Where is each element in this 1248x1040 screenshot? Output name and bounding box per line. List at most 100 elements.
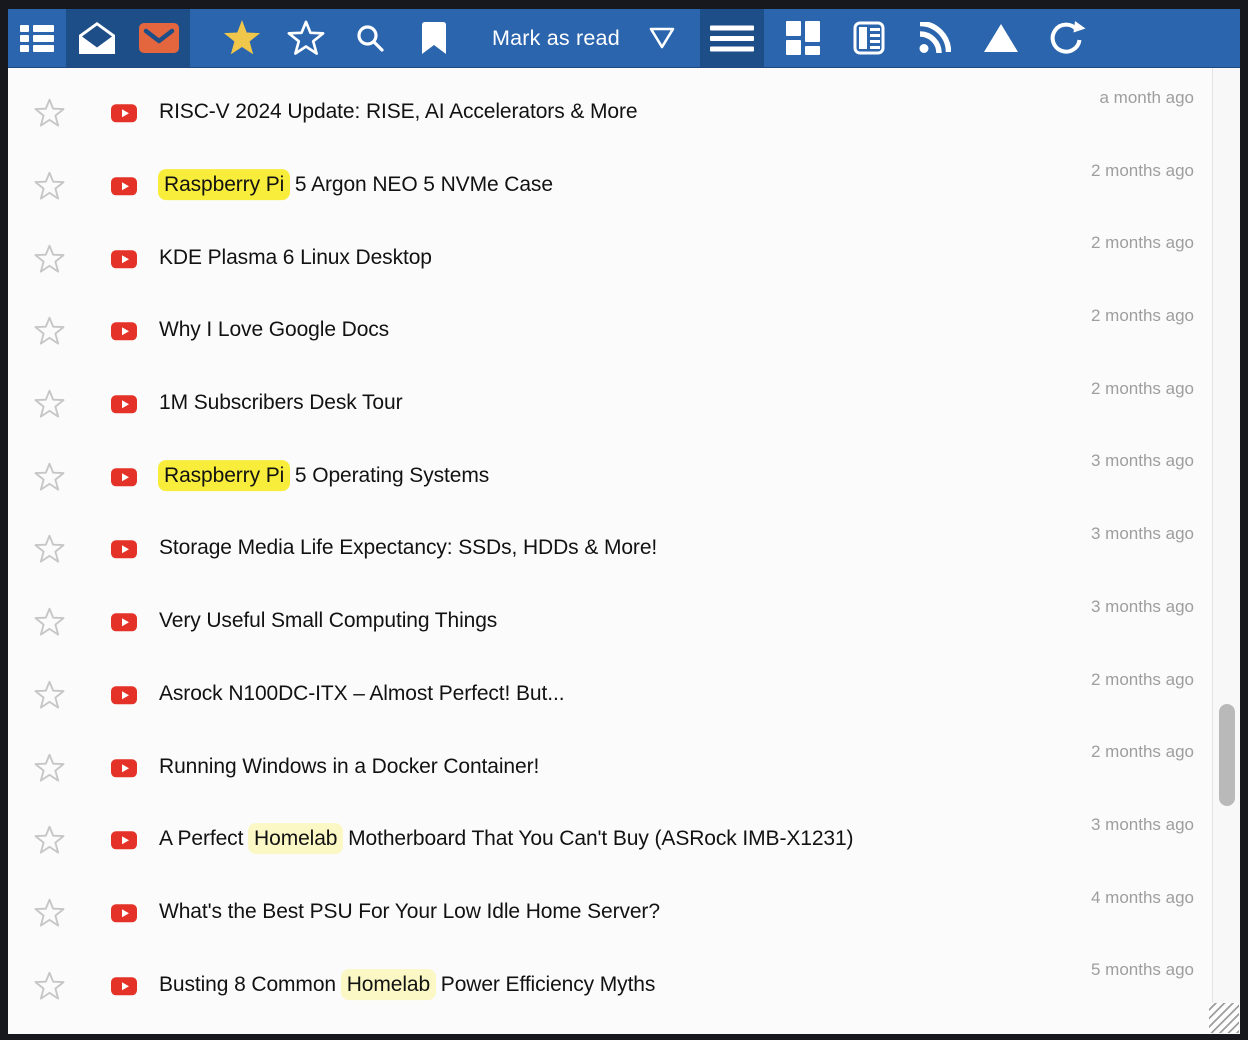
youtube-play-icon bbox=[111, 177, 137, 195]
item-title: RISC-V 2024 Update: RISE, AI Accelerator… bbox=[159, 100, 637, 124]
item-age: 2 months ago bbox=[1091, 379, 1194, 399]
article-view-button[interactable] bbox=[836, 9, 902, 67]
item-title: Raspberry Pi 5 Argon NEO 5 NVMe Case bbox=[159, 173, 553, 197]
youtube-play-icon bbox=[111, 468, 137, 486]
unread-list-icon bbox=[20, 24, 54, 53]
item-age: 2 months ago bbox=[1091, 670, 1194, 690]
flag-star-toggle[interactable] bbox=[34, 171, 65, 206]
article-row[interactable]: 1M Subscribers Desk Tour 2 months ago bbox=[8, 369, 1240, 442]
refresh-icon bbox=[1048, 20, 1086, 57]
youtube-play-icon bbox=[111, 759, 137, 777]
toolbar: Mark as read bbox=[8, 9, 1240, 68]
flag-star-toggle[interactable] bbox=[34, 752, 65, 787]
search-highlight: Raspberry Pi bbox=[158, 460, 290, 491]
item-age: 3 months ago bbox=[1091, 597, 1194, 617]
item-title: Asrock N100DC-ITX – Almost Perfect! But.… bbox=[159, 682, 564, 706]
scroll-up-button[interactable] bbox=[968, 9, 1034, 67]
youtube-play-icon bbox=[111, 904, 137, 922]
scroll-up-icon bbox=[982, 22, 1020, 54]
article-row[interactable]: Storage Media Life Expectancy: SSDs, HDD… bbox=[8, 514, 1240, 587]
starred-filled-icon bbox=[222, 19, 262, 57]
article-row[interactable]: A Perfect Homelab Motherboard That You C… bbox=[8, 805, 1240, 878]
flag-star-toggle[interactable] bbox=[34, 316, 65, 351]
item-title: Storage Media Life Expectancy: SSDs, HDD… bbox=[159, 537, 657, 561]
open-envelope-icon bbox=[79, 22, 115, 54]
item-age: 2 months ago bbox=[1091, 161, 1194, 181]
item-age: 2 months ago bbox=[1091, 742, 1194, 762]
search-button[interactable] bbox=[338, 9, 402, 67]
flag-star-button[interactable] bbox=[274, 9, 338, 67]
unread-list-button[interactable] bbox=[8, 9, 66, 67]
youtube-play-icon bbox=[111, 323, 137, 341]
flag-star-toggle[interactable] bbox=[34, 607, 65, 642]
article-row[interactable]: Raspberry Pi 5 Operating Systems 3 month… bbox=[8, 441, 1240, 514]
article-row[interactable]: Asrock N100DC-ITX – Almost Perfect! But.… bbox=[8, 660, 1240, 733]
item-age: 4 months ago bbox=[1091, 888, 1194, 908]
article-row[interactable]: What's the Best PSU For Your Low Idle Ho… bbox=[8, 878, 1240, 951]
mark-as-read-button[interactable]: Mark as read bbox=[492, 9, 620, 67]
flag-star-toggle[interactable] bbox=[34, 970, 65, 1005]
item-age: 3 months ago bbox=[1091, 815, 1194, 835]
scrollbar-thumb[interactable] bbox=[1219, 704, 1235, 806]
youtube-play-icon bbox=[111, 831, 137, 849]
article-row[interactable]: Busting 8 Common Homelab Power Efficienc… bbox=[8, 950, 1240, 1023]
star-outline-icon bbox=[287, 20, 325, 56]
youtube-play-icon bbox=[111, 541, 137, 559]
mark-as-read-dropdown[interactable] bbox=[634, 9, 690, 67]
layout-grid-icon bbox=[786, 21, 820, 55]
search-highlight: Homelab bbox=[248, 823, 343, 854]
item-title: A Perfect Homelab Motherboard That You C… bbox=[159, 827, 853, 851]
youtube-play-icon bbox=[111, 250, 137, 268]
flag-star-toggle[interactable] bbox=[34, 534, 65, 569]
article-row[interactable]: Running Windows in a Docker Container! 2… bbox=[8, 732, 1240, 805]
menu-button[interactable] bbox=[700, 9, 764, 67]
item-title: KDE Plasma 6 Linux Desktop bbox=[159, 246, 432, 270]
read-state-button-group bbox=[66, 9, 190, 67]
item-title: Busting 8 Common Homelab Power Efficienc… bbox=[159, 973, 655, 997]
feed-reader-window: Mark as read bbox=[8, 9, 1240, 1034]
article-list[interactable]: RISC-V 2024 Update: RISE, AI Accelerator… bbox=[8, 68, 1240, 1034]
item-age: 2 months ago bbox=[1091, 306, 1194, 326]
youtube-play-icon bbox=[111, 105, 137, 123]
item-title: Why I Love Google Docs bbox=[159, 318, 389, 342]
menu-hamburger-icon bbox=[710, 24, 754, 53]
unread-mail-button[interactable] bbox=[128, 9, 190, 67]
item-age: 3 months ago bbox=[1091, 524, 1194, 544]
item-title: Raspberry Pi 5 Operating Systems bbox=[159, 464, 489, 488]
article-row[interactable]: Raspberry Pi 5 Argon NEO 5 NVMe Case 2 m… bbox=[8, 151, 1240, 224]
mark-unread-button[interactable] bbox=[66, 9, 128, 67]
scrollbar-track[interactable] bbox=[1212, 68, 1240, 1034]
item-title: Very Useful Small Computing Things bbox=[159, 609, 497, 633]
youtube-play-icon bbox=[111, 395, 137, 413]
layout-button[interactable] bbox=[770, 9, 836, 67]
window-resize-grip[interactable] bbox=[1209, 1003, 1239, 1033]
refresh-button[interactable] bbox=[1034, 9, 1100, 67]
unread-envelope-icon bbox=[139, 23, 179, 53]
item-title: What's the Best PSU For Your Low Idle Ho… bbox=[159, 900, 660, 924]
rss-feeds-button[interactable] bbox=[902, 9, 968, 67]
flag-star-toggle[interactable] bbox=[34, 825, 65, 860]
flag-star-toggle[interactable] bbox=[34, 244, 65, 279]
bookmark-button[interactable] bbox=[402, 9, 466, 67]
search-highlight: Homelab bbox=[341, 969, 436, 1000]
menu-button-group bbox=[700, 9, 764, 67]
item-age: 3 months ago bbox=[1091, 451, 1194, 471]
youtube-play-icon bbox=[111, 613, 137, 631]
item-title: 1M Subscribers Desk Tour bbox=[159, 391, 402, 415]
dropdown-triangle-icon bbox=[649, 27, 675, 49]
search-icon bbox=[355, 23, 385, 53]
flag-star-toggle[interactable] bbox=[34, 389, 65, 424]
youtube-play-icon bbox=[111, 686, 137, 704]
flag-star-toggle[interactable] bbox=[34, 898, 65, 933]
bookmark-icon bbox=[422, 22, 446, 54]
starred-filter-button[interactable] bbox=[210, 9, 274, 67]
flag-star-toggle[interactable] bbox=[34, 680, 65, 715]
article-row[interactable]: KDE Plasma 6 Linux Desktop 2 months ago bbox=[8, 223, 1240, 296]
item-age: 5 months ago bbox=[1091, 960, 1194, 980]
item-title: Running Windows in a Docker Container! bbox=[159, 755, 539, 779]
flag-star-toggle[interactable] bbox=[34, 462, 65, 497]
flag-star-toggle[interactable] bbox=[34, 98, 65, 133]
article-row[interactable]: Very Useful Small Computing Things 3 mon… bbox=[8, 587, 1240, 660]
article-row[interactable]: RISC-V 2024 Update: RISE, AI Accelerator… bbox=[8, 78, 1240, 151]
article-row[interactable]: Why I Love Google Docs 2 months ago bbox=[8, 296, 1240, 369]
